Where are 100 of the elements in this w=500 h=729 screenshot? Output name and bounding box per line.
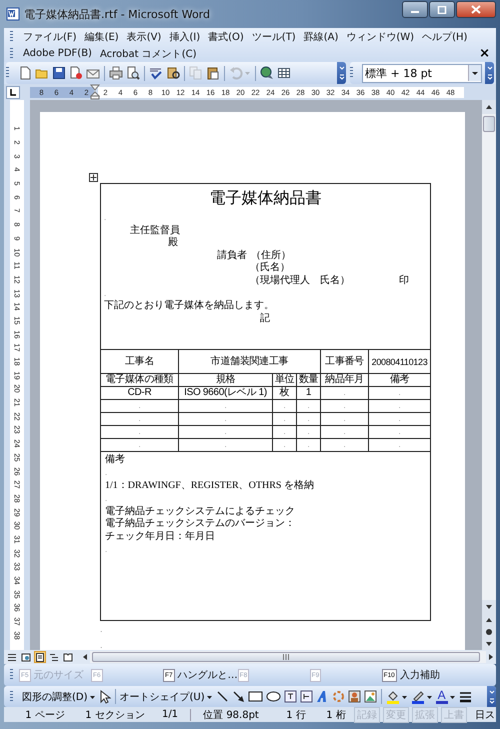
wordart-icon[interactable] [316,690,329,703]
close-button[interactable] [456,1,496,18]
close-icon [471,5,481,14]
toolbar-options-button[interactable] [337,62,346,84]
menu-item[interactable]: 表示(V) [122,28,166,45]
view-button[interactable] [62,651,74,663]
table-cell: . [368,386,431,400]
print-preview-icon[interactable] [126,66,140,80]
toolbar-options-button[interactable] [485,62,494,84]
view-button[interactable] [6,651,18,663]
table-cell: . [272,400,296,412]
scroll-thumb[interactable] [92,652,480,662]
word-document-icon [6,7,20,21]
menu-item[interactable]: 罫線(A) [300,28,342,45]
view-button[interactable] [34,651,46,663]
font-color-button[interactable]: A [436,690,448,704]
minimize-button[interactable] [402,1,428,18]
view-button[interactable] [20,651,32,663]
menu-item[interactable]: Adobe PDF(B) [19,45,96,62]
paragraph-mark: . [105,544,108,556]
paragraph-mark: . [104,212,106,224]
remark-text: チェック年月日：年月日 [105,531,216,544]
close-document-button[interactable]: × [479,46,490,61]
remark-text: 電子納品チェックシステムによるチェック [105,506,296,518]
table-cell: . [100,400,178,412]
line-color-icon[interactable] [410,690,425,704]
style-dropdown[interactable]: 標準 + 18 pt [362,64,482,82]
picture-icon[interactable] [364,690,377,703]
scroll-down-icon[interactable] [482,600,496,614]
form-label: （現場代理人 氏名） [250,274,350,288]
grip-icon [282,654,290,660]
menu-item[interactable]: ツール(T) [248,28,300,45]
line-style-icon[interactable] [458,690,472,702]
form-text: 殿 [168,237,178,250]
menu-item[interactable]: ファイル(F) [19,28,81,45]
column-header: 単位 [272,374,296,386]
table-cell: . [178,412,272,426]
text-box-icon[interactable] [284,690,297,703]
normal-view-icon [7,652,17,662]
maximize-button[interactable] [429,1,455,18]
view-button[interactable] [48,651,60,663]
remark-text: 1/1：DRAWINGF、REGISTER、OTHRS を格納 [105,480,315,493]
column-header: 納品年月 [320,374,368,386]
table-cell: . [296,438,320,452]
indent-marker[interactable] [89,84,101,100]
table-icon[interactable] [277,66,291,80]
draw-menu-button[interactable]: 図形の調整(D) [22,690,96,704]
maximize-icon [437,6,447,14]
line-icon[interactable] [216,690,229,703]
chevron-icon [486,65,492,81]
table-cell: . [100,438,178,452]
reading-view-icon [63,652,73,662]
arrow-icon[interactable] [232,690,245,703]
table-cell: . [272,412,296,426]
menu-item[interactable]: 編集(E) [80,28,123,45]
clip-art-icon[interactable] [348,690,361,703]
document-badge-icon[interactable] [69,66,83,80]
printer-icon[interactable] [109,66,123,80]
table-move-handle[interactable] [89,173,98,182]
toolbar-options-button[interactable] [487,686,496,708]
pointer-icon[interactable] [98,690,111,704]
form-label: 請負者 [217,250,247,262]
table-cell: . [320,438,368,452]
autoshapes-menu-button[interactable]: オートシェイプ(U) [120,690,213,704]
paragraph-mark: . [104,288,106,300]
menu-item[interactable]: 書式(O) [204,28,248,45]
scroll-up-icon[interactable] [482,100,496,114]
document-title: 電子媒体納品書 [208,188,323,209]
menu-item[interactable]: ヘルプ(H) [418,28,472,45]
rectangle-icon[interactable] [248,690,263,703]
form-text: 記 [260,312,270,326]
table-cell: . [368,438,431,452]
status-text: 位置 98.8pt [202,708,260,722]
book-icon[interactable] [166,66,180,80]
menu-item[interactable]: ウィンドウ(W) [342,28,418,45]
clipboard-icon[interactable] [206,66,220,80]
next-page-icon[interactable] [482,638,496,650]
seal-label: 印 [399,274,410,288]
menu-item[interactable]: 挿入(I) [165,28,204,45]
fill-color-icon[interactable] [386,690,400,704]
new-document-icon[interactable] [18,66,32,80]
vertical-text-box-icon[interactable] [300,690,313,703]
status-text: 1 セクション [84,708,146,722]
form-text: 下記のとおり電子媒体を納品します。 [104,300,274,312]
status-text: 1 行 [285,708,307,722]
tab-selector[interactable] [6,86,20,98]
window-title: 電子媒体納品書.rtf - Microsoft Word [24,6,210,22]
scroll-thumb[interactable] [483,116,495,132]
menu-item[interactable]: Acrobat コメント(C) [96,45,201,62]
table-cell: . [320,386,368,400]
form-label: （住所） [251,250,291,262]
status-text: 1 桁 [325,708,347,722]
caret-icon[interactable] [468,65,481,81]
diagram-icon[interactable] [332,690,345,703]
ime-indicator[interactable]: 日ス [475,708,496,722]
table-cell: CD-R [100,386,178,400]
oval-icon[interactable] [266,690,281,703]
table-cell: . [368,400,431,412]
spelling-check-icon[interactable] [149,66,163,80]
vertical-scrollbar[interactable] [482,100,496,650]
